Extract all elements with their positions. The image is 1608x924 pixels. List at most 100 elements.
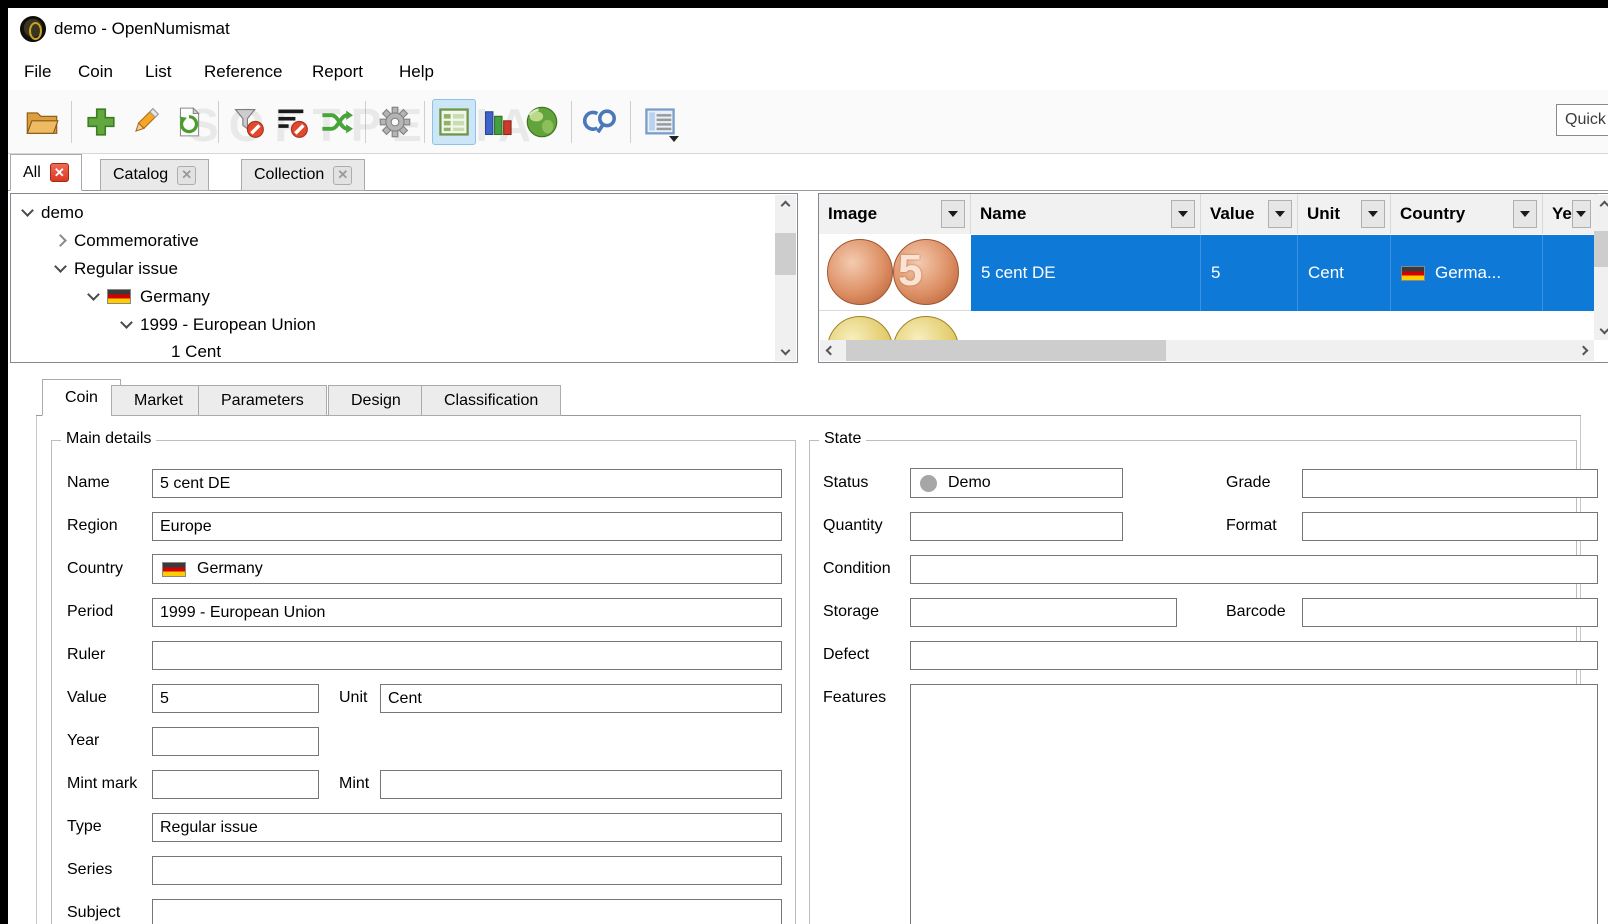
filter-dropdown-icon[interactable]	[941, 200, 965, 228]
chevron-down-icon[interactable]	[54, 260, 67, 273]
tab-catalog-close-icon[interactable]: ✕	[177, 166, 196, 185]
table-vertical-scrollbar[interactable]	[1594, 195, 1608, 340]
filter-dropdown-icon[interactable]	[1171, 200, 1195, 228]
chevron-right-icon[interactable]	[54, 234, 67, 247]
features-field[interactable]	[910, 684, 1598, 924]
value-field[interactable]	[152, 684, 319, 713]
coin-image-cell[interactable]: 5	[819, 235, 971, 311]
settings-button[interactable]	[373, 99, 417, 145]
open-collection-button[interactable]	[20, 99, 64, 145]
cell-value[interactable]: 5	[1201, 235, 1298, 311]
storage-field[interactable]	[910, 598, 1177, 627]
scroll-down-icon[interactable]	[775, 344, 796, 361]
edit-coin-button[interactable]	[123, 99, 167, 145]
condition-field[interactable]	[910, 555, 1598, 584]
series-field[interactable]	[152, 856, 782, 885]
column-header-name[interactable]: Name	[971, 194, 1201, 234]
tab-classification[interactable]: Classification	[421, 385, 561, 416]
country-field[interactable]: Germany	[152, 554, 782, 584]
cell-year[interactable]	[1543, 235, 1597, 311]
column-header-unit[interactable]: Unit	[1298, 194, 1391, 234]
cell-unit[interactable]: Cent	[1298, 235, 1391, 311]
menu-list[interactable]: List	[139, 59, 177, 85]
unit-field[interactable]	[380, 684, 782, 713]
tab-collection[interactable]: Collection ✕	[241, 159, 365, 191]
filter-dropdown-icon[interactable]	[1268, 200, 1292, 228]
scroll-up-icon[interactable]	[775, 195, 796, 212]
tree-item-1999-european-union[interactable]: 1999 - European Union	[122, 311, 316, 338]
add-coin-button[interactable]	[79, 99, 123, 145]
cell-name[interactable]: 5 cent DE	[971, 235, 1201, 311]
scroll-right-icon[interactable]	[1577, 340, 1594, 361]
region-field[interactable]	[152, 512, 782, 541]
column-header-year[interactable]: Ye	[1543, 194, 1597, 234]
clear-filters-button[interactable]	[226, 99, 270, 145]
status-field[interactable]: Demo	[910, 468, 1123, 498]
column-header-country[interactable]: Country	[1391, 194, 1543, 234]
filter-dropdown-icon[interactable]	[1513, 200, 1537, 228]
cell-country[interactable]: Germa...	[1391, 235, 1543, 311]
tab-coin[interactable]: Coin	[42, 379, 121, 416]
tab-market[interactable]: Market	[111, 385, 206, 416]
scrollbar-thumb[interactable]	[846, 340, 1166, 361]
mintmark-field[interactable]	[152, 770, 319, 799]
table-horizontal-scrollbar[interactable]	[820, 340, 1594, 361]
scroll-down-icon[interactable]	[1594, 323, 1608, 340]
tree-vertical-scrollbar[interactable]	[775, 195, 796, 361]
quick-search-input[interactable]	[1556, 104, 1608, 136]
scroll-left-icon[interactable]	[820, 340, 837, 361]
chevron-down-icon[interactable]	[21, 204, 34, 217]
map-view-button[interactable]	[520, 99, 564, 145]
menu-report[interactable]: Report	[306, 59, 369, 85]
tab-all-close-icon[interactable]: ✕	[50, 163, 69, 182]
ruler-field[interactable]	[152, 641, 782, 670]
swap-view-button[interactable]	[314, 99, 358, 145]
tree-item-germany[interactable]: Germany	[89, 283, 210, 310]
statistics-button[interactable]	[476, 99, 520, 145]
find-duplicates-button[interactable]	[579, 99, 623, 145]
period-field[interactable]	[152, 598, 782, 627]
tab-design[interactable]: Design	[328, 385, 424, 416]
chevron-down-icon[interactable]	[120, 316, 133, 329]
tree-item-1-cent[interactable]: 1 Cent	[171, 338, 221, 365]
scroll-up-icon[interactable]	[1594, 195, 1608, 212]
quantity-field[interactable]	[910, 512, 1123, 541]
column-label: Unit	[1307, 204, 1340, 224]
tree-item-regular-issue[interactable]: Regular issue	[56, 255, 178, 282]
tab-collection-close-icon[interactable]: ✕	[333, 166, 352, 185]
list-options-button[interactable]	[638, 99, 682, 145]
chevron-down-icon[interactable]	[87, 288, 100, 301]
defect-field[interactable]	[910, 641, 1598, 670]
menu-coin[interactable]: Coin	[72, 59, 119, 85]
column-header-image[interactable]: Image	[819, 194, 971, 234]
coin-image-cell[interactable]	[819, 312, 971, 341]
dropdown-arrow-icon[interactable]	[669, 136, 679, 142]
year-label: Year	[67, 732, 99, 750]
subject-field[interactable]	[152, 899, 782, 924]
filter-dropdown-icon[interactable]	[1572, 200, 1591, 228]
scrollbar-thumb[interactable]	[775, 233, 796, 275]
barcode-field[interactable]	[1302, 598, 1598, 627]
tab-catalog[interactable]: Catalog ✕	[100, 159, 209, 191]
duplicate-coin-button[interactable]	[167, 99, 211, 145]
clear-sortings-button[interactable]	[270, 99, 314, 145]
type-field[interactable]	[152, 813, 782, 842]
tree-item-demo[interactable]: demo	[23, 199, 84, 226]
name-field[interactable]	[152, 469, 782, 498]
column-header-value[interactable]: Value	[1201, 194, 1298, 234]
tab-all[interactable]: All ✕	[10, 154, 82, 191]
grade-field[interactable]	[1302, 469, 1598, 498]
menu-file[interactable]: File	[18, 59, 57, 85]
tab-parameters[interactable]: Parameters	[198, 385, 327, 416]
unit-label: Unit	[339, 689, 367, 707]
tree-item-commemorative[interactable]: Commemorative	[56, 227, 199, 254]
scrollbar-thumb[interactable]	[1594, 231, 1608, 267]
menu-reference[interactable]: Reference	[198, 59, 288, 85]
menu-help[interactable]: Help	[393, 59, 440, 85]
mint-field[interactable]	[380, 770, 782, 799]
format-field[interactable]	[1302, 512, 1598, 541]
filter-dropdown-icon[interactable]	[1361, 200, 1385, 228]
info-panel-view-button[interactable]	[432, 99, 476, 145]
coin-table-panel: Image Name Value Unit Country Ye	[818, 193, 1608, 363]
year-field[interactable]	[152, 727, 319, 756]
